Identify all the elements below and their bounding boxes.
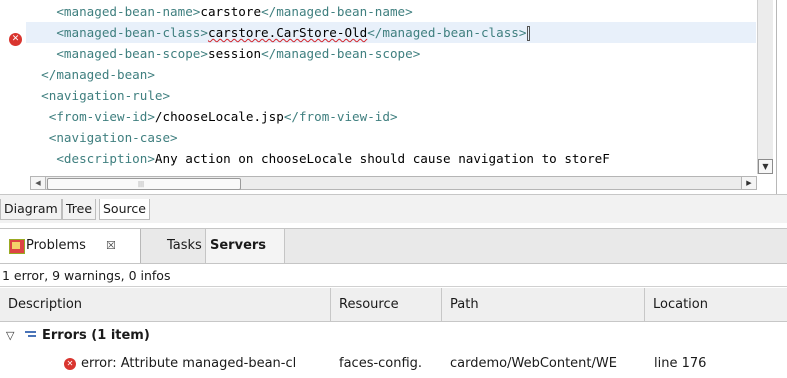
xml-text: carstore [200,4,262,19]
table-row-errors-group[interactable]: ▽ Errors (1 item) [0,322,787,350]
horizontal-scrollbar[interactable]: ◀ ||| ▶ [30,176,757,190]
horizontal-scroll-thumb[interactable]: ||| [47,178,241,190]
column-header-location[interactable]: Location [645,288,787,321]
xml-tag: <managed-bean-name> [26,4,201,19]
tab-servers[interactable]: Servers [205,229,285,263]
column-header-resource[interactable]: Resource [331,288,442,321]
editor-ruler: ✕ [0,0,26,174]
xml-tag: </managed-bean-name> [261,4,413,19]
invalid-class-name: carstore.CarStore-Old [207,25,368,40]
tab-tasks[interactable]: Tasks [141,229,205,263]
xml-tag: </managed-bean-scope> [261,46,421,61]
editor-right-border [776,0,787,194]
problems-icon [9,239,25,254]
code-line[interactable]: <managed-bean-name>carstore</managed-bea… [26,1,413,22]
code-area[interactable]: <managed-bean-name>carstore</managed-bea… [26,0,756,174]
scroll-right-arrow-icon[interactable]: ▶ [741,177,756,189]
collapse-toggle-icon[interactable]: ▽ [6,322,14,350]
xml-tag: </managed-bean> [26,67,155,82]
xml-tag: <description> [26,151,155,166]
text-cursor [527,26,531,41]
column-header-description[interactable]: Description [0,288,331,321]
error-group-icon [25,331,36,341]
tab-problems[interactable]: Problems ☒ [0,229,141,263]
xml-tag: <managed-bean-scope> [26,46,208,61]
code-line[interactable]: <navigation-case> [26,127,178,148]
error-description: error: Attribute managed-bean-cl [81,356,297,371]
xml-tag: <navigation-rule> [26,88,171,103]
vertical-scrollbar[interactable]: ▼ [757,0,773,174]
scroll-left-arrow-icon[interactable]: ◀ [31,177,46,189]
xml-source-editor[interactable]: ✕ <managed-bean-name>carstore</managed-b… [0,0,787,194]
tab-problems-label: Problems [26,238,86,253]
xml-text: /chooseLocale.jsp [154,109,284,124]
view-tab-bar: Problems ☒ Tasks Servers [0,228,787,264]
xml-tag: </from-view-id> [283,109,398,124]
error-resource: faces-config. [339,356,423,371]
error-location: line 176 [654,356,707,371]
tab-source[interactable]: Source [99,199,150,220]
xml-tag: <from-view-id> [26,109,155,124]
error-icon: ✕ [64,358,76,370]
scroll-down-arrow-icon[interactable]: ▼ [758,159,773,174]
close-icon[interactable]: ☒ [106,229,116,263]
tab-tree[interactable]: Tree [62,199,97,220]
code-line[interactable]: <managed-bean-scope>session</managed-bea… [26,43,420,64]
problems-summary: 1 error, 9 warnings, 0 infos [0,264,787,287]
table-row[interactable]: ✕ error: Attribute managed-bean-cl faces… [0,350,787,378]
tab-diagram[interactable]: Diagram [0,199,62,220]
error-marker-icon[interactable]: ✕ [9,33,22,46]
column-header-path[interactable]: Path [442,288,645,321]
code-line[interactable]: </managed-bean> [26,64,155,85]
xml-text: session [207,46,262,61]
editor-page-tabs: Diagram Tree Source [0,194,787,223]
code-line[interactable]: <description>Any action on chooseLocale … [26,148,610,169]
xml-tag: <managed-bean-class> [26,25,208,40]
code-line[interactable]: <navigation-rule> [26,85,170,106]
code-line[interactable]: <from-view-id>/chooseLocale.jsp</from-vi… [26,106,398,127]
xml-tag: </managed-bean-class> [367,25,527,40]
errors-group-label: Errors (1 item) [42,328,150,343]
error-path: cardemo/WebContent/WE [450,356,617,371]
code-line[interactable]: <managed-bean-class>carstore.CarStore-Ol… [26,22,756,43]
xml-tag: <navigation-case> [26,130,178,145]
problems-table-header: Description Resource Path Location [0,288,787,322]
xml-text: Any action on chooseLocale should cause … [154,151,610,166]
